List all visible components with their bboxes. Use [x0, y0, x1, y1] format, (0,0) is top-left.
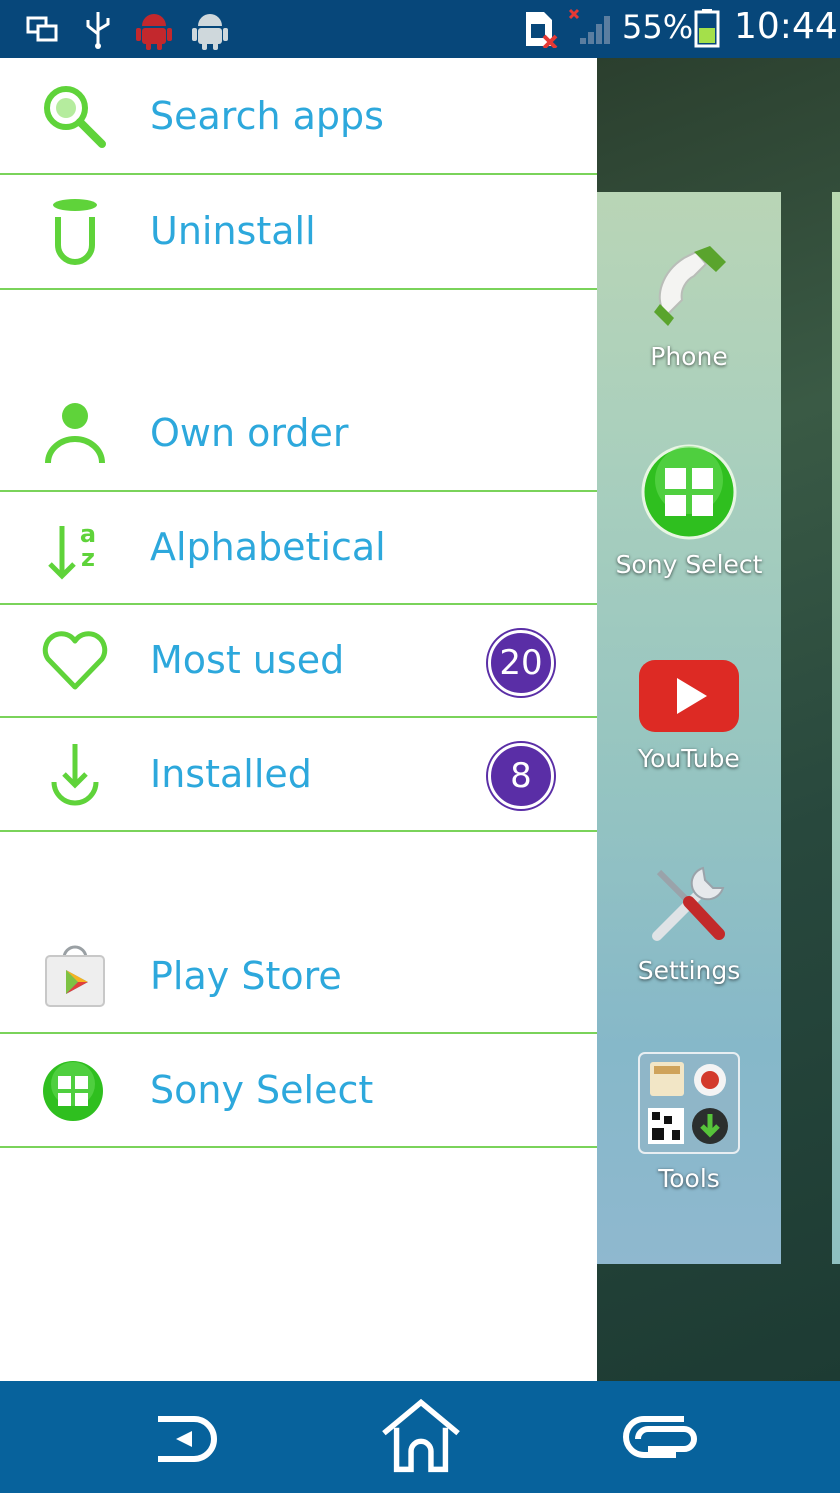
home-app-settings[interactable]: Settings	[597, 862, 781, 985]
heart-icon	[42, 631, 108, 690]
sony-select-icon	[641, 444, 737, 540]
menu-item-search-apps[interactable]: Search apps	[0, 58, 597, 175]
svg-text:z: z	[81, 544, 95, 572]
menu-item-label: Alphabetical	[150, 525, 386, 569]
back-icon[interactable]	[142, 1401, 232, 1477]
settings-icon	[652, 866, 725, 941]
trash-can-icon	[53, 199, 97, 265]
home-app-label: Phone	[650, 342, 728, 371]
menu-item-label: Uninstall	[150, 209, 316, 253]
home-icon[interactable]	[376, 1397, 466, 1473]
menu-item-most-used[interactable]: Most used 20	[0, 605, 597, 718]
battery-icon	[694, 9, 720, 48]
menu-item-label: Most used	[150, 638, 345, 682]
youtube-icon	[639, 660, 739, 732]
clock: 10:44	[734, 6, 838, 47]
status-bar: 55% 10:44	[0, 0, 840, 58]
menu-item-label: Play Store	[150, 954, 342, 998]
android-icon	[192, 14, 228, 50]
next-panel-edge	[832, 192, 840, 1264]
phone-icon	[654, 246, 726, 326]
battery-percent: 55%	[622, 8, 694, 46]
no-sim-icon	[526, 12, 558, 48]
menu-item-alphabetical[interactable]: a z Alphabetical	[0, 492, 597, 605]
android-debug-icon	[136, 14, 172, 50]
menu-item-label: Own order	[150, 411, 349, 455]
download-icon	[51, 744, 99, 806]
menu-item-label: Search apps	[150, 94, 384, 138]
menu-item-installed[interactable]: Installed 8	[0, 718, 597, 832]
menu-item-sony-select[interactable]: Sony Select	[0, 1034, 597, 1148]
count-badge: 20	[488, 630, 554, 696]
signal-icon	[568, 8, 610, 44]
app-drawer-menu: Search apps Uninstall Own order a z Alph…	[0, 58, 597, 1381]
home-app-label: Settings	[637, 956, 741, 985]
count-badge: 8	[488, 743, 554, 809]
menu-item-label: Sony Select	[150, 1068, 374, 1112]
search-icon	[44, 86, 106, 148]
menu-item-label: Installed	[150, 752, 312, 796]
home-app-label: Sony Select	[615, 550, 763, 579]
tools-folder-icon	[638, 1052, 740, 1154]
home-app-tools[interactable]: Tools	[597, 1052, 781, 1193]
home-app-label: YouTube	[638, 744, 740, 773]
menu-item-play-store[interactable]: Play Store	[0, 920, 597, 1034]
person-icon	[45, 403, 105, 464]
navigation-bar	[0, 1381, 840, 1493]
screen-mirror-icon	[26, 16, 58, 42]
home-app-youtube[interactable]: YouTube	[597, 658, 781, 773]
usb-icon	[86, 12, 110, 49]
menu-item-uninstall[interactable]: Uninstall	[0, 175, 597, 290]
menu-item-own-order[interactable]: Own order	[0, 377, 597, 492]
recent-apps-icon[interactable]	[614, 1401, 704, 1477]
play-store-icon	[45, 945, 105, 1007]
home-app-label: Tools	[658, 1164, 720, 1193]
home-app-phone[interactable]: Phone	[597, 242, 781, 371]
sony-select-icon	[43, 1061, 103, 1121]
sort-az-icon: a z	[48, 520, 96, 580]
home-app-sony-select[interactable]: Sony Select	[597, 444, 781, 579]
